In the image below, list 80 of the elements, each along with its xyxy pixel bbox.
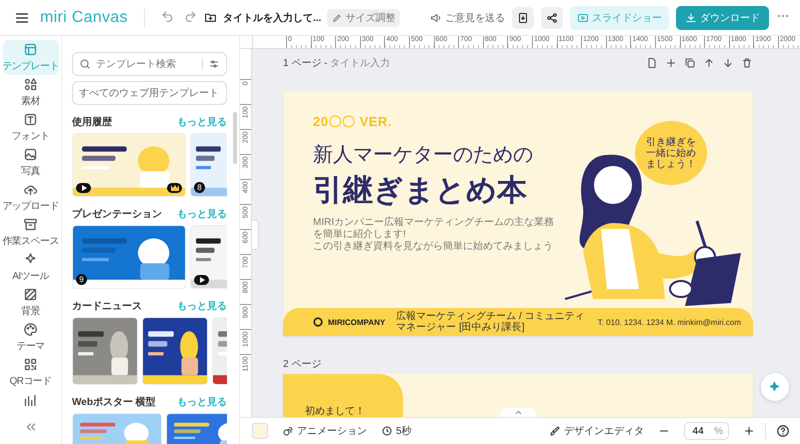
slide-description: MIRIカンパニー広報マーケティングチームの主な業務を簡単に紹介します! <box>313 217 556 240</box>
page-label: 2 ページ <box>283 358 322 371</box>
arrow-up-icon[interactable] <box>703 57 715 69</box>
megaphone-icon <box>430 12 442 24</box>
undo-icon[interactable] <box>160 10 174 22</box>
plus-icon[interactable] <box>665 57 677 69</box>
sidebar-item[interactable]: テーマ <box>2 320 58 355</box>
folder-icon[interactable] <box>204 11 217 24</box>
help-icon[interactable] <box>776 424 790 438</box>
feedback-button[interactable]: ご意見を送る <box>430 10 505 24</box>
image-icon <box>23 147 38 162</box>
sidebar-item[interactable]: 写真 <box>2 145 58 180</box>
template-thumbnail[interactable] <box>72 317 138 385</box>
template-icon <box>23 42 38 57</box>
animation-icon <box>282 425 294 437</box>
contact-text: T. 010. 1234. 1234 M. minkim@miri.com <box>598 318 741 326</box>
speech-bubble: 引き継ぎを一緒に始めましょう！ <box>635 121 707 185</box>
page-icon[interactable] <box>646 57 658 69</box>
ai-assistant-button[interactable] <box>761 373 789 401</box>
slide-heading: 新人マーケターのための <box>313 143 533 168</box>
template-thumbnail[interactable] <box>142 317 208 385</box>
sidebar-item[interactable]: 素材 <box>2 75 58 110</box>
team-text: 広報マーケティングチーム / コミュニティマネージャー [田中みり課長] <box>396 311 586 333</box>
stripes-icon <box>23 287 38 302</box>
pencil-icon <box>332 12 342 22</box>
section-title: Webポスター 横型 <box>72 396 156 409</box>
chart-icon[interactable] <box>23 393 38 408</box>
section-title: プレゼンテーション <box>72 207 162 221</box>
shapes-icon <box>23 77 38 92</box>
search-icon <box>79 58 91 70</box>
company-name: MIRICOMPANY <box>328 318 386 326</box>
clock-icon <box>381 425 393 437</box>
duration-button[interactable]: 5秒 <box>381 424 412 438</box>
design-editor-button[interactable]: デザインエディタ <box>549 424 644 438</box>
file-icon <box>517 12 529 24</box>
redo-icon[interactable] <box>184 10 197 22</box>
copy-icon[interactable] <box>684 57 696 69</box>
resize-button[interactable]: サイズ調整 <box>327 8 400 26</box>
panel-collapse-handle[interactable] <box>252 220 259 250</box>
document-title[interactable]: タイトルを入力して... <box>223 10 322 24</box>
sidebar-item[interactable]: 作業スペース <box>2 215 58 250</box>
share-icon <box>546 12 558 24</box>
sidebar-item[interactable]: AIツール <box>2 250 58 285</box>
zoom-input[interactable]: 44 <box>690 426 706 436</box>
save-button[interactable] <box>512 6 534 28</box>
page-label: 1 ページ - タイトル入力 <box>283 56 390 70</box>
play-icon <box>577 12 589 24</box>
percent-label: % <box>714 426 723 436</box>
sliders-icon[interactable] <box>208 58 220 70</box>
animation-button[interactable]: アニメーション <box>282 424 367 438</box>
sidebar-item[interactable]: アップロード <box>2 180 58 215</box>
qr-icon <box>23 357 38 372</box>
page-color-swatch[interactable] <box>252 423 268 439</box>
share-button[interactable] <box>541 6 563 28</box>
sidebar-item[interactable]: QRコード <box>2 355 58 390</box>
template-thumbnail[interactable]: 9 <box>72 225 186 289</box>
ring-logo-icon <box>313 317 323 327</box>
version-label: 20〇〇 VER. <box>313 113 392 131</box>
palette-icon <box>23 322 38 337</box>
zoom-field[interactable]: 44 % <box>684 422 729 440</box>
slide-description: この引き継ぎ資料を見ながら簡単に始めてみましょう <box>313 241 554 253</box>
download-icon <box>685 12 697 24</box>
chevron-up-icon <box>514 408 522 417</box>
greeting-text: 初めまして！ <box>305 404 365 417</box>
sidebar-item[interactable]: フォント <box>2 110 58 145</box>
slide-title: 引継ぎまとめ本 <box>313 173 527 209</box>
sparkle-icon <box>768 380 782 394</box>
trash-icon[interactable] <box>741 57 753 69</box>
section-title: カードニュース <box>72 300 142 313</box>
scrollbar[interactable] <box>233 112 237 164</box>
section-title: 使用履歴 <box>72 116 112 129</box>
sidebar-item[interactable]: 背景 <box>2 285 58 320</box>
plus-icon <box>743 425 755 437</box>
brush-icon <box>549 425 562 437</box>
text-icon <box>23 112 38 127</box>
archive-icon <box>23 217 38 232</box>
arrow-down-icon[interactable] <box>722 57 734 69</box>
template-thumbnail[interactable]: 8 <box>190 133 227 197</box>
template-filter-dropdown[interactable]: すべてのウェブ用テンプレート <box>72 81 227 105</box>
zoom-in-button[interactable] <box>743 425 755 437</box>
